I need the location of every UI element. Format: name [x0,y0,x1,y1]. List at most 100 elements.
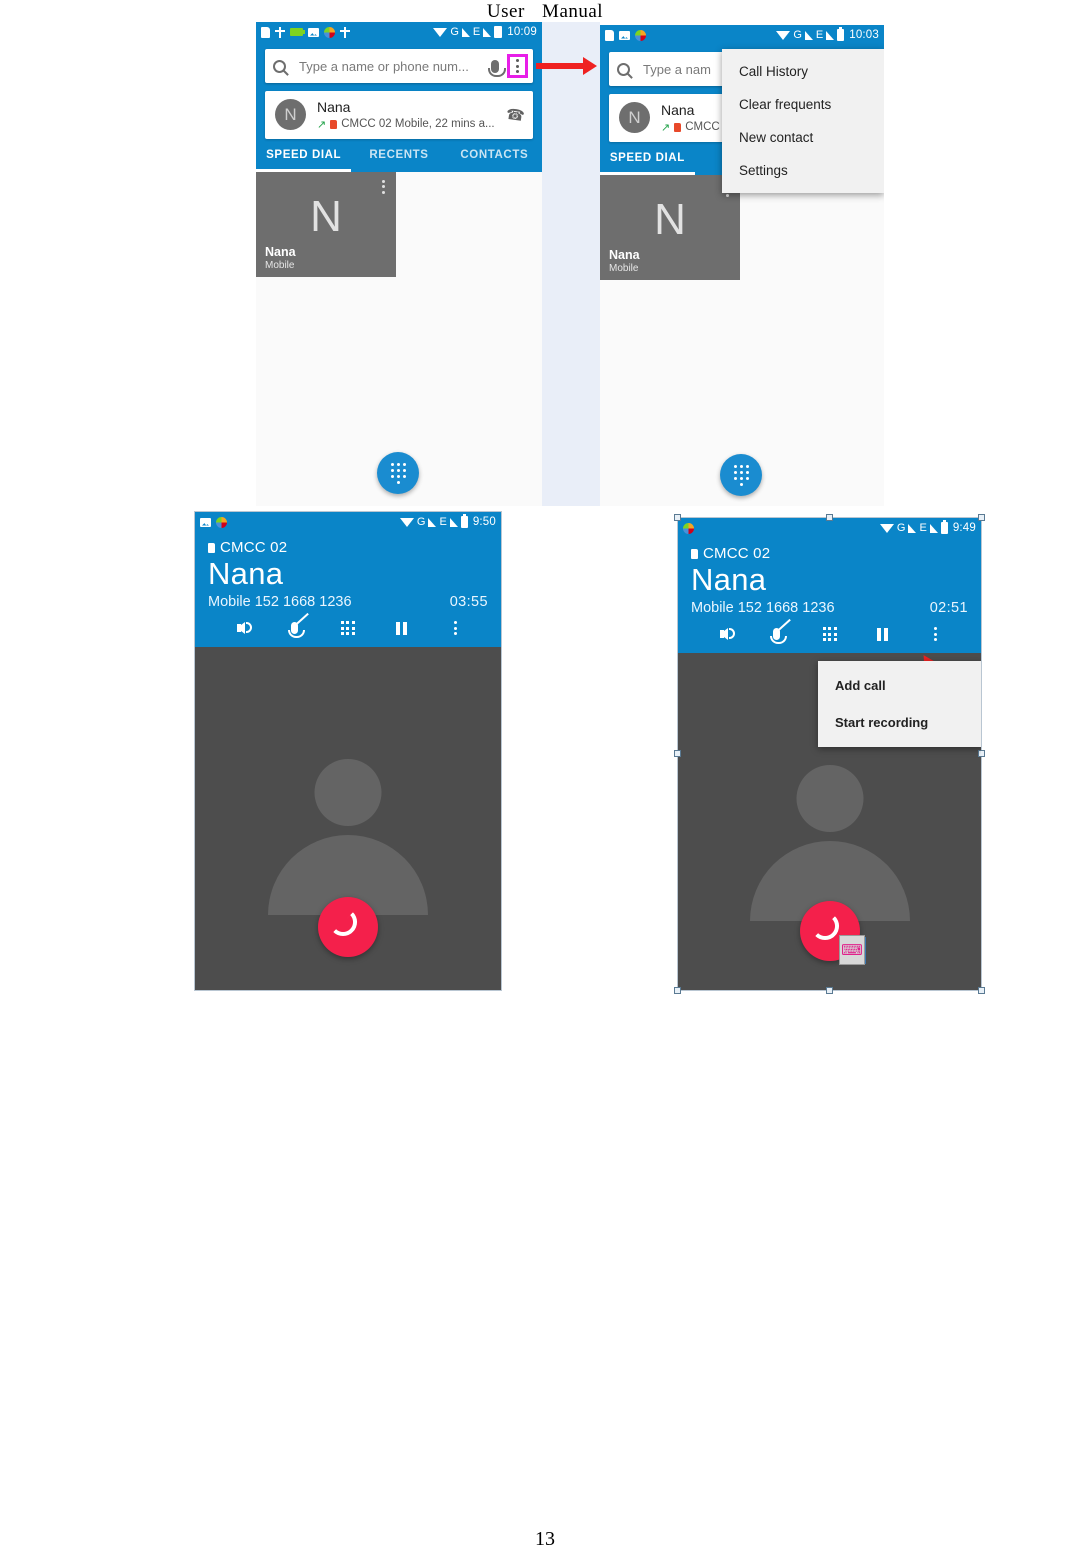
status-right-icons: G E 9:49 [879,520,976,534]
contact-detail: CMCC 02 Mobile, 22 mins a... [341,118,495,130]
selection-handle-mid-right[interactable] [978,750,985,757]
selection-handle-mid-left[interactable] [674,750,681,757]
overflow-menu[interactable]: Call History Clear frequents New contact… [722,49,884,193]
status-left-icons [683,522,694,534]
header-word-user: User [486,1,525,22]
dialpad-fab[interactable] [377,452,419,494]
sim-name: CMCC 02 [220,539,288,556]
mute-icon[interactable] [281,612,309,639]
menu-item-add-call[interactable]: Add call [818,667,981,704]
menu-item-call-history[interactable]: Call History [722,55,884,88]
call-info-panel: CMCC 02 Nana Mobile 152 1668 1236 03:55 [195,532,501,648]
menu-item-clear-frequents[interactable]: Clear frequents [722,88,884,121]
selection-handle-bottom-right[interactable] [978,987,985,994]
avatar-head-icon [314,759,382,827]
caller-number: Mobile 152 1668 1236 [208,594,352,611]
dialpad-fab[interactable] [720,454,762,496]
tab-speed-dial[interactable]: SPEED DIAL [256,139,352,172]
sim1-label: G [450,26,459,38]
contact-detail-row: ↗ CMCC 02 Mobile, 22 mins a... [317,118,495,131]
tab-speed-dial[interactable]: SPEED DIAL [600,142,695,175]
dialpad-icon[interactable] [335,617,361,639]
tile-overflow-icon[interactable] [382,179,385,194]
sim1-label: G [793,29,802,41]
battery-icon [940,520,948,534]
search-input[interactable]: Type a name or phone num... [294,59,483,74]
selection-handle-top-right[interactable] [978,514,985,521]
recent-contact-card[interactable]: N Nana ↗ CMCC 02 Mobile, 22 mins a... ☎ [265,91,533,139]
signal-bars-sim1-icon [804,30,813,40]
speed-dial-tile[interactable]: N Nana Mobile [600,174,740,280]
phone-icon[interactable]: ☎ [504,105,525,125]
browser-icon [683,522,694,534]
status-left-icons [200,516,227,528]
dialpad-icon[interactable] [817,623,843,645]
tab-recents[interactable]: RECENTS [351,139,446,172]
status-left-icons [261,26,350,38]
signal-bars-sim1-icon [428,517,437,527]
signal-bars-sim1-icon [908,523,917,533]
menu-item-settings[interactable]: Settings [722,154,884,187]
menu-item-start-recording[interactable]: Start recording [818,704,981,741]
outgoing-call-arrow-icon: ↗ [317,118,327,131]
hold-icon[interactable] [870,623,896,645]
browser-icon [324,26,335,38]
sim1-label: G [896,522,906,534]
selection-handle-top-left[interactable] [674,514,681,521]
end-call-button[interactable] [318,897,378,958]
signal-bars-sim2-icon [826,30,835,40]
clock: 10:09 [507,26,537,38]
speed-dial-tile[interactable]: N Nana Mobile [256,171,396,277]
search-icon [273,59,286,73]
signal-bars-sim2-icon [483,27,492,37]
sim2-label: E [439,516,447,528]
avatar: N [619,102,650,134]
tile-contact-name: Nana [265,244,296,259]
clock: 9:50 [472,516,496,528]
dialer-header: Type a name or phone num... N Nana ↗ CMC… [256,42,542,139]
selection-handle-top-center[interactable] [826,514,833,521]
outgoing-call-arrow-icon: ↗ [661,121,671,134]
red-arrow-right [536,57,597,75]
mic-icon[interactable] [488,59,506,77]
contact-name: Nana [661,102,695,118]
hold-icon[interactable] [389,617,415,639]
header-word-manual: Manual [542,1,604,22]
battery-icon [494,26,503,38]
screenshot-in-call-overflow: G E 9:49 CMCC 02 Nana Mobile 152 1668 12… [677,517,982,991]
status-right-icons: G E 9:50 [399,514,496,528]
menu-item-new-contact[interactable]: New contact [722,121,884,154]
selection-handle-bottom-left[interactable] [674,987,681,994]
speaker-icon[interactable] [228,617,254,639]
avatar-head-icon [796,765,863,833]
call-action-bar [691,616,968,653]
avatar: N [275,99,306,131]
sim-row: CMCC 02 [208,539,488,556]
clock: 9:49 [952,522,976,534]
image-icon [200,517,211,527]
tile-contact-name: Nana [609,247,640,262]
sim2-label: E [472,26,481,38]
overflow-menu-icon[interactable] [507,54,528,78]
overflow-menu-icon[interactable] [442,617,468,639]
speaker-icon[interactable] [711,623,737,645]
tab-contacts[interactable]: CONTACTS [447,139,542,172]
call-overflow-menu[interactable]: Add call Start recording [818,661,981,747]
signal-bars-sim1-icon [461,27,470,37]
browser-icon [635,29,646,41]
page-number: 13 [535,1528,555,1550]
search-bar[interactable]: Type a name or phone num... [265,49,533,83]
sim-icon [691,548,698,559]
caller-name: Nana [208,556,284,591]
wifi-icon [879,523,894,533]
image-icon [308,27,319,37]
overflow-menu-icon[interactable] [923,623,949,645]
status-bar: G E 10:09 [256,22,542,42]
selection-handle-bottom-center[interactable] [826,987,833,994]
signal-bars-sim2-icon [929,523,938,533]
sim-icon [208,542,215,553]
caller-photo-area [195,647,501,990]
speed-dial-grid: N Nana Mobile [256,171,542,506]
status-bar: G E 9:49 [678,518,981,538]
mute-icon[interactable] [764,618,791,645]
